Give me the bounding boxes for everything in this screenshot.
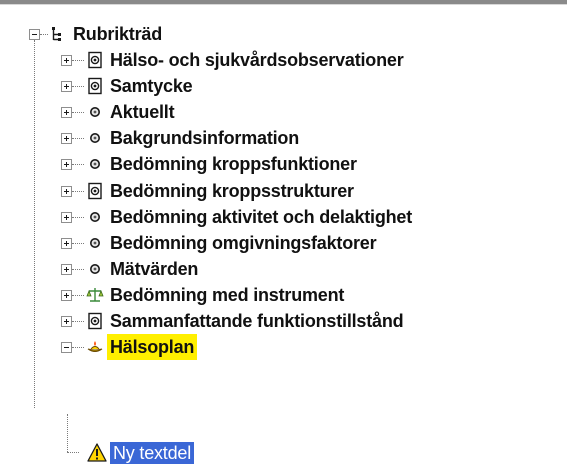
tree-item-label: Samtycke: [110, 76, 193, 96]
bullet-icon: [90, 238, 100, 248]
lamp-icon: [87, 341, 103, 352]
expand-button[interactable]: [61, 212, 72, 223]
tree-connector-root: [40, 34, 48, 35]
bullet-icon: [90, 159, 100, 169]
tree-item-label: Sammanfattande funktionstillstånd: [110, 311, 404, 331]
tree-item-label: Mätvärden: [110, 259, 199, 279]
expand-button[interactable]: [61, 186, 72, 197]
tree-connector-horizontal: [72, 112, 84, 113]
tree-connector-horizontal: [72, 347, 84, 348]
tree-connector-vertical: [34, 40, 35, 408]
expand-button[interactable]: [61, 264, 72, 275]
tree-connector-horizontal: [72, 269, 84, 270]
collapse-button[interactable]: [61, 342, 72, 353]
bullet-icon: [90, 264, 100, 274]
tree-connector-horizontal: [72, 86, 84, 87]
expand-button[interactable]: [61, 81, 72, 92]
tree-connector-horizontal: [72, 295, 84, 296]
tree-item-label: Bedömning omgivningsfaktorer: [110, 233, 377, 253]
tree-connector-vertical-child: [67, 414, 68, 452]
tree-item-label: Aktuellt: [110, 102, 175, 122]
expand-button[interactable]: [61, 238, 72, 249]
bullet-icon: [90, 107, 100, 117]
bullet-icon: [90, 133, 100, 143]
expand-button[interactable]: [61, 55, 72, 66]
tree-root-icon: [52, 27, 61, 41]
tree-connector-horizontal: [72, 217, 84, 218]
expand-button[interactable]: [61, 159, 72, 170]
tree-item-label: Bedömning kroppsfunktioner: [110, 154, 357, 174]
document-icon: [88, 182, 102, 200]
document-icon: [88, 51, 102, 69]
collapse-button[interactable]: [29, 29, 40, 40]
expand-button[interactable]: [61, 316, 72, 327]
tree-connector-horizontal: [72, 138, 84, 139]
tree-root-label: Rubrikträd: [73, 24, 163, 44]
document-icon: [88, 77, 102, 95]
scales-icon: [86, 288, 104, 302]
bullet-icon: [90, 212, 100, 222]
tree-connector-horizontal: [72, 191, 84, 192]
tree-connector-child: [67, 452, 79, 453]
tree-child-label: Ny textdel: [110, 442, 195, 464]
tree-item-label: Bedömning kroppsstrukturer: [110, 181, 354, 201]
tree-item-label: Bakgrundsinformation: [110, 128, 300, 148]
tree-connector-horizontal: [72, 60, 84, 61]
tree-item-label: Bedömning aktivitet och delaktighet: [110, 207, 413, 227]
document-icon: [88, 312, 102, 330]
tree-item-label: Bedömning med instrument: [110, 285, 345, 305]
tree-connector-horizontal: [72, 243, 84, 244]
tree-item-label: Hälso- och sjukvårdsobservationer: [110, 50, 404, 70]
tree-connector-horizontal: [72, 164, 84, 165]
warning-icon: [87, 443, 107, 462]
expand-button[interactable]: [61, 107, 72, 118]
top-border-shadow: [0, 4, 567, 5]
expand-button[interactable]: [61, 290, 72, 301]
tree-item-label: Hälsoplan: [107, 334, 198, 360]
expand-button[interactable]: [61, 133, 72, 144]
tree-connector-horizontal: [72, 321, 84, 322]
